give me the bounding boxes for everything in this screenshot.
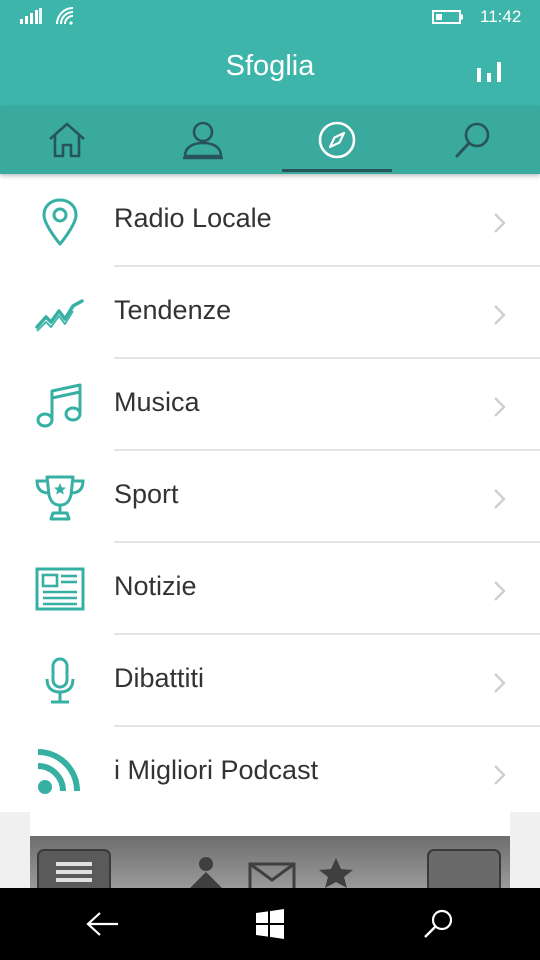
search-icon bbox=[424, 909, 453, 938]
start-button[interactable] bbox=[250, 906, 290, 942]
list-item-sport[interactable]: Sport bbox=[0, 451, 540, 543]
ad-banner-graphic bbox=[37, 849, 501, 888]
app-header: Sfoglia bbox=[0, 34, 540, 106]
chevron-right-icon bbox=[494, 673, 506, 693]
newspaper-icon bbox=[35, 567, 85, 611]
wifi-icon bbox=[56, 7, 74, 25]
status-bar: 11:42 bbox=[0, 0, 540, 34]
ad-banner[interactable] bbox=[30, 836, 510, 888]
location-pin-icon bbox=[42, 198, 78, 246]
trophy-icon bbox=[35, 475, 85, 521]
chevron-right-icon bbox=[494, 305, 506, 325]
list-item-label: Radio Locale bbox=[114, 203, 272, 233]
back-arrow-icon bbox=[86, 912, 118, 936]
microphone-icon bbox=[45, 657, 75, 704]
search-button[interactable] bbox=[418, 906, 458, 942]
page-title: Sfoglia bbox=[225, 50, 315, 82]
equalizer-chart-icon[interactable] bbox=[472, 56, 506, 86]
list-item-migliori-podcast[interactable]: i Migliori Podcast bbox=[0, 727, 540, 819]
tab-home[interactable] bbox=[12, 106, 122, 174]
back-button[interactable] bbox=[82, 906, 122, 942]
music-note-icon bbox=[36, 383, 82, 428]
list-item-dibattiti[interactable]: Dibattiti bbox=[0, 635, 540, 727]
chevron-right-icon bbox=[494, 213, 506, 233]
battery-icon bbox=[432, 10, 463, 24]
list-item-label: Tendenze bbox=[114, 295, 232, 325]
podcast-feed-icon bbox=[37, 749, 80, 794]
windows-logo-icon bbox=[256, 909, 284, 939]
system-nav-bar bbox=[0, 888, 540, 960]
list-item-label: Musica bbox=[114, 387, 200, 417]
list-item-label: Sport bbox=[114, 479, 179, 509]
list-item-musica[interactable]: Musica bbox=[0, 359, 540, 451]
chevron-right-icon bbox=[494, 489, 506, 509]
browse-list: Radio Locale Tendenze Musica Sport Notiz… bbox=[0, 175, 540, 819]
profile-icon bbox=[183, 121, 223, 160]
chevron-right-icon bbox=[494, 581, 506, 601]
list-item-tendenze[interactable]: Tendenze bbox=[0, 267, 540, 359]
chevron-right-icon bbox=[494, 397, 506, 417]
tab-bar bbox=[0, 106, 540, 174]
list-item-label: Notizie bbox=[114, 571, 197, 601]
signal-strength-icon bbox=[20, 8, 42, 24]
trend-line-icon bbox=[35, 299, 84, 332]
compass-icon bbox=[318, 121, 356, 159]
list-item-notizie[interactable]: Notizie bbox=[0, 543, 540, 635]
tab-browse[interactable] bbox=[282, 106, 392, 174]
list-item-label: i Migliori Podcast bbox=[114, 755, 319, 785]
list-item-radio-locale[interactable]: Radio Locale bbox=[0, 175, 540, 267]
list-item-label: Dibattiti bbox=[114, 663, 205, 693]
tab-profile[interactable] bbox=[148, 106, 258, 174]
search-icon bbox=[455, 122, 490, 158]
home-icon bbox=[49, 122, 85, 158]
status-time: 11:42 bbox=[480, 7, 522, 26]
tab-search[interactable] bbox=[418, 106, 528, 174]
chevron-right-icon bbox=[494, 765, 506, 785]
